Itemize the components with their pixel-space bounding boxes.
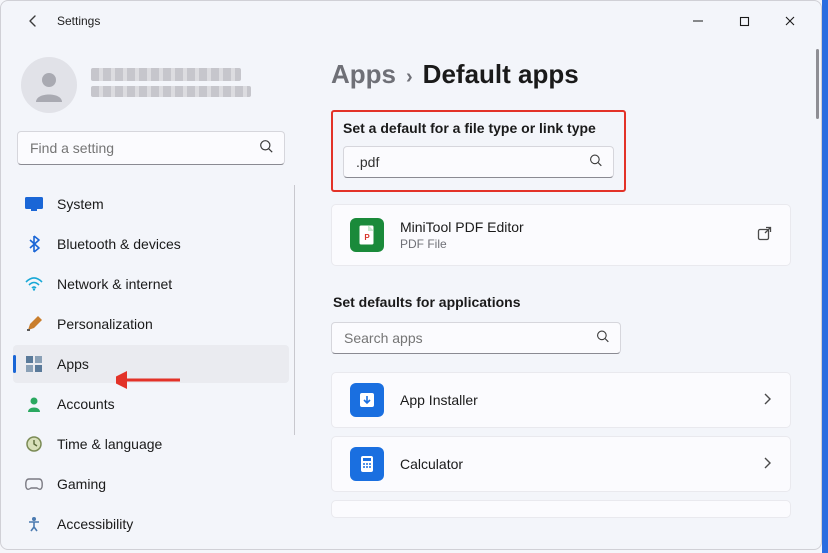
calculator-icon	[350, 447, 384, 481]
app-search[interactable]	[331, 322, 621, 354]
chevron-right-icon: ›	[406, 66, 413, 89]
nav-separator	[294, 185, 296, 435]
filetype-result-card[interactable]: P MiniTool PDF Editor PDF File	[331, 204, 791, 266]
profile-email-redacted	[91, 86, 251, 97]
sidebar-item-system[interactable]: System	[13, 185, 289, 223]
breadcrumb-parent[interactable]: Apps	[331, 59, 396, 90]
back-button[interactable]	[21, 9, 45, 33]
svg-text:P: P	[364, 233, 370, 242]
search-icon	[589, 154, 603, 171]
sidebar-item-gaming[interactable]: Gaming	[13, 465, 289, 503]
profile-block[interactable]	[13, 47, 289, 131]
app-row-partial[interactable]	[331, 500, 791, 518]
search-icon	[596, 330, 610, 347]
network-icon	[25, 275, 43, 293]
close-button[interactable]	[767, 5, 813, 37]
personalization-icon	[25, 315, 43, 333]
maximize-button[interactable]	[721, 5, 767, 37]
nav-label: Personalization	[57, 316, 153, 332]
chevron-right-icon	[762, 456, 772, 473]
sidebar-search-input[interactable]	[30, 140, 250, 156]
window-edge-accent	[822, 0, 828, 553]
sidebar-item-time[interactable]: Time & language	[13, 425, 289, 463]
nav-label: Gaming	[57, 476, 106, 492]
accounts-icon	[25, 395, 43, 413]
sidebar-item-bluetooth[interactable]: Bluetooth & devices	[13, 225, 289, 263]
minimize-button[interactable]	[675, 5, 721, 37]
window-title: Settings	[57, 14, 100, 28]
chevron-right-icon	[762, 392, 772, 409]
nav-label: Accessibility	[57, 516, 133, 532]
sidebar-search[interactable]	[17, 131, 285, 165]
titlebar: Settings	[1, 1, 821, 41]
nav-label: Accounts	[57, 396, 115, 412]
time-icon	[25, 435, 43, 453]
result-subtitle: PDF File	[400, 237, 524, 251]
filetype-search[interactable]	[343, 146, 614, 178]
accessibility-icon	[25, 515, 43, 533]
caption-controls	[675, 5, 813, 37]
sidebar: System Bluetooth & devices Network & int…	[1, 41, 301, 549]
app-section-title: Set defaults for applications	[333, 294, 805, 310]
filetype-section-title: Set a default for a file type or link ty…	[343, 120, 614, 136]
nav-list: System Bluetooth & devices Network & int…	[13, 185, 289, 545]
search-icon	[259, 139, 274, 157]
nav-label: Network & internet	[57, 276, 172, 292]
app-row-label: App Installer	[400, 392, 478, 408]
app-search-input[interactable]	[344, 330, 586, 346]
gaming-icon	[25, 475, 43, 493]
nav-label: Time & language	[57, 436, 162, 452]
nav-label: Bluetooth & devices	[57, 236, 181, 252]
filetype-input[interactable]	[356, 154, 579, 170]
nav-label: System	[57, 196, 104, 212]
result-app-name: MiniTool PDF Editor	[400, 219, 524, 235]
nav-label: Apps	[57, 356, 89, 372]
system-icon	[25, 195, 43, 213]
app-installer-icon	[350, 383, 384, 417]
app-row-app-installer[interactable]: App Installer	[331, 372, 791, 428]
app-row-calculator[interactable]: Calculator	[331, 436, 791, 492]
app-row-label: Calculator	[400, 456, 463, 472]
bluetooth-icon	[25, 235, 43, 253]
sidebar-item-personalization[interactable]: Personalization	[13, 305, 289, 343]
sidebar-item-apps[interactable]: Apps	[13, 345, 289, 383]
breadcrumb: Apps › Default apps	[331, 59, 805, 90]
minitool-pdf-icon: P	[350, 218, 384, 252]
open-external-icon	[757, 226, 772, 244]
scrollbar-thumb[interactable]	[816, 49, 819, 119]
sidebar-item-accessibility[interactable]: Accessibility	[13, 505, 289, 543]
sidebar-item-accounts[interactable]: Accounts	[13, 385, 289, 423]
profile-name-redacted	[91, 68, 241, 81]
highlight-annotation: Set a default for a file type or link ty…	[331, 110, 626, 192]
main-content: Apps › Default apps Set a default for a …	[301, 41, 821, 549]
page-title: Default apps	[423, 59, 579, 90]
sidebar-item-network[interactable]: Network & internet	[13, 265, 289, 303]
avatar	[21, 57, 77, 113]
apps-icon	[25, 355, 43, 373]
